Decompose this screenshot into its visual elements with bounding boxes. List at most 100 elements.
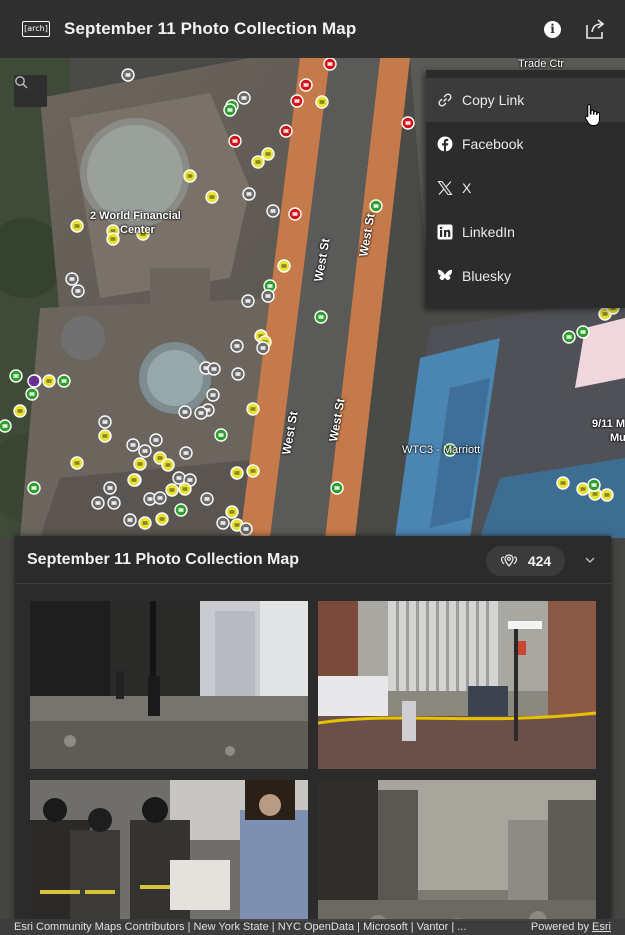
photo-marker[interactable] — [138, 444, 152, 458]
photo-marker[interactable] — [228, 134, 242, 148]
photo-marker[interactable] — [153, 491, 167, 505]
photo-marker[interactable] — [133, 457, 147, 471]
esri-link[interactable]: Esri — [592, 921, 611, 933]
arch-logo: [arch] — [22, 21, 50, 37]
photo-marker[interactable] — [205, 190, 219, 204]
photo-marker[interactable] — [315, 95, 329, 109]
photo-marker[interactable] — [70, 456, 84, 470]
photo-marker[interactable] — [183, 169, 197, 183]
photo-marker[interactable] — [576, 482, 590, 496]
photo-marker[interactable] — [200, 492, 214, 506]
photo-marker[interactable] — [266, 204, 280, 218]
photo-marker[interactable] — [27, 374, 41, 388]
photo-marker[interactable] — [261, 289, 275, 303]
photo-marker[interactable] — [155, 512, 169, 526]
share-facebook-label: Facebook — [462, 136, 524, 152]
photo-marker[interactable] — [13, 404, 27, 418]
photo-marker[interactable] — [178, 482, 192, 496]
photo-marker[interactable] — [25, 387, 39, 401]
photo-marker[interactable] — [174, 503, 188, 517]
photo-marker[interactable] — [103, 481, 117, 495]
chevron-down-icon[interactable] — [583, 553, 597, 567]
share-bluesky-label: Bluesky — [462, 268, 512, 284]
photo-count-badge[interactable]: 424 — [486, 546, 565, 576]
photo-marker[interactable] — [251, 155, 265, 169]
photo-marker[interactable] — [562, 330, 576, 344]
photo-marker[interactable] — [106, 232, 120, 246]
photo-marker[interactable] — [225, 505, 239, 519]
photo-marker[interactable] — [288, 207, 302, 221]
photo-marker[interactable] — [70, 219, 84, 233]
photo-marker[interactable] — [290, 94, 304, 108]
photo-marker[interactable] — [161, 458, 175, 472]
photo-thumbnail[interactable] — [30, 601, 308, 769]
photo-thumbnail[interactable] — [318, 601, 596, 769]
photo-marker[interactable] — [178, 405, 192, 419]
photo-marker[interactable] — [587, 478, 601, 492]
photo-marker[interactable] — [223, 103, 237, 117]
photo-marker[interactable] — [279, 124, 293, 138]
photo-marker[interactable] — [277, 259, 291, 273]
photo-marker[interactable] — [261, 147, 275, 161]
map-search-button[interactable] — [14, 75, 47, 107]
linkedin-icon — [436, 223, 454, 241]
photo-marker[interactable] — [0, 419, 12, 433]
photo-marker[interactable] — [216, 516, 230, 530]
share-button[interactable] — [580, 14, 610, 44]
photo-marker[interactable] — [138, 516, 152, 530]
photo-marker[interactable] — [98, 415, 112, 429]
photo-marker[interactable] — [231, 367, 245, 381]
photo-marker[interactable] — [127, 473, 141, 487]
photo-marker[interactable] — [230, 339, 244, 353]
photo-thumbnail[interactable] — [318, 780, 596, 921]
photo-marker[interactable] — [121, 68, 135, 82]
share-linkedin-label: LinkedIn — [462, 224, 515, 240]
photo-marker[interactable] — [91, 496, 105, 510]
share-facebook[interactable]: Facebook — [426, 122, 625, 166]
photo-marker[interactable] — [256, 341, 270, 355]
photo-marker[interactable] — [65, 272, 79, 286]
photo-marker[interactable] — [323, 58, 337, 71]
photo-marker[interactable] — [172, 471, 186, 485]
photo-marker[interactable] — [369, 199, 383, 213]
info-icon[interactable]: i — [544, 21, 561, 38]
photo-marker[interactable] — [242, 187, 256, 201]
photo-marker[interactable] — [57, 374, 71, 388]
photo-marker[interactable] — [246, 402, 260, 416]
photo-marker[interactable] — [9, 369, 23, 383]
search-icon — [15, 76, 28, 89]
photo-marker[interactable] — [246, 464, 260, 478]
photo-marker[interactable] — [239, 522, 253, 536]
photo-marker[interactable] — [71, 284, 85, 298]
panel-title: September 11 Photo Collection Map — [27, 550, 300, 568]
photo-gallery — [30, 601, 596, 921]
photo-marker[interactable] — [126, 438, 140, 452]
photo-marker[interactable] — [123, 513, 137, 527]
photo-marker[interactable] — [214, 428, 228, 442]
photo-marker[interactable] — [149, 433, 163, 447]
photo-marker[interactable] — [600, 488, 614, 502]
photo-marker[interactable] — [299, 78, 313, 92]
photo-marker[interactable] — [194, 406, 208, 420]
photo-marker[interactable] — [179, 446, 193, 460]
share-x-label: X — [462, 180, 472, 196]
photo-marker[interactable] — [165, 483, 179, 497]
photo-marker[interactable] — [237, 91, 251, 105]
photo-marker[interactable] — [241, 294, 255, 308]
photo-marker[interactable] — [401, 116, 415, 130]
photo-marker[interactable] — [230, 466, 244, 480]
photo-marker[interactable] — [314, 310, 328, 324]
photo-marker[interactable] — [42, 374, 56, 388]
photo-marker[interactable] — [107, 496, 121, 510]
photo-thumbnail[interactable] — [30, 780, 308, 921]
photo-marker[interactable] — [27, 481, 41, 495]
share-bluesky[interactable]: Bluesky — [426, 254, 625, 298]
photo-marker[interactable] — [330, 481, 344, 495]
photo-marker[interactable] — [576, 325, 590, 339]
share-linkedin[interactable]: LinkedIn — [426, 210, 625, 254]
photo-marker[interactable] — [98, 429, 112, 443]
share-x[interactable]: X — [426, 166, 625, 210]
photo-marker[interactable] — [206, 388, 220, 402]
photo-marker[interactable] — [207, 362, 221, 376]
photo-marker[interactable] — [556, 476, 570, 490]
